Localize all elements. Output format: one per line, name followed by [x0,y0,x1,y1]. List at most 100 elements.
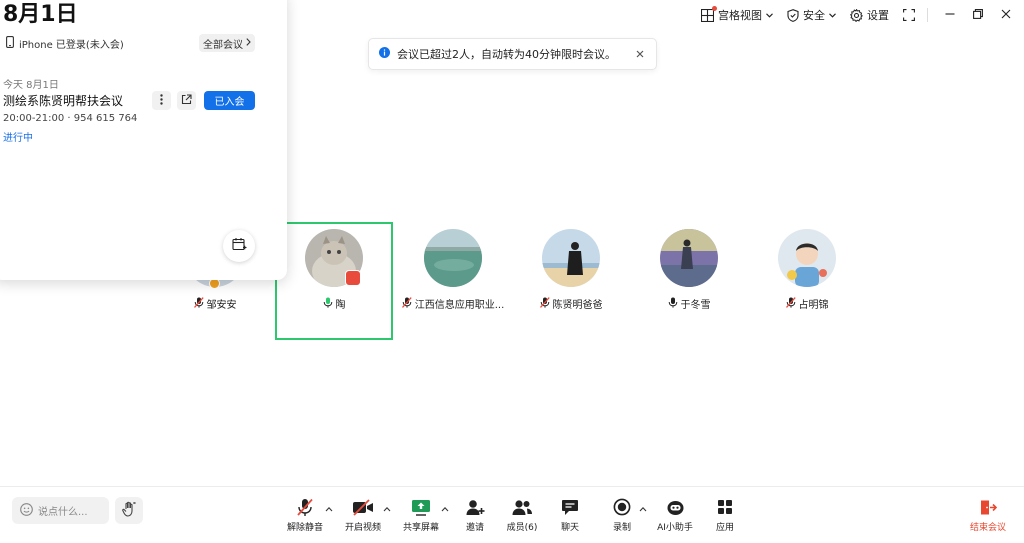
share-meeting-button[interactable] [177,91,196,110]
ai-assistant-button[interactable]: AI小助手 [651,497,699,533]
mic-icon [668,297,678,311]
invite-button[interactable]: 邀请 [451,497,499,533]
end-meeting-label: 结束会议 [969,523,1006,533]
close-window-button[interactable] [1000,9,1012,21]
share-screen-button[interactable]: 共享屏幕 [397,497,445,533]
mic-active-icon [323,297,333,311]
restore-icon [973,8,983,22]
participant-name: 占明锦 [798,300,829,311]
more-vertical-icon [160,93,163,108]
start-video-label: 开启视频 [344,523,381,533]
time-limit-notice: 会议已超过2人，自动转为40分钟限时会议。 [368,38,657,70]
device-login-status: iPhone 已登录(未入会) [6,36,124,51]
grid-view-icon [701,5,717,22]
participant-tile[interactable]: 占明锦 [748,229,866,319]
settings-label: 设置 [867,9,889,22]
chevron-down-icon [829,12,836,18]
participant-name: 陈贤明爸爸 [552,300,603,311]
raise-hand-button[interactable] [115,497,143,524]
info-icon [379,47,390,61]
screen-share-badge-icon [345,270,361,286]
unmute-button[interactable]: 解除静音 [281,497,329,533]
record-icon [613,497,631,517]
avatar [778,229,836,287]
fullscreen-icon [903,9,915,21]
participant-name-row: 于冬雪 [630,296,748,311]
chevron-up-icon[interactable] [639,501,647,512]
share-screen-icon [411,497,431,517]
participant-tile[interactable]: 江西信息应用职业... [394,229,512,319]
minimize-button[interactable] [944,9,956,21]
members-button[interactable]: 成员(6) [498,497,546,533]
mic-muted-icon [401,296,412,311]
mic-muted-icon [785,296,796,311]
security-button[interactable]: 安全 [787,7,836,23]
share-screen-label: 共享屏幕 [402,523,439,533]
joined-button[interactable]: 已入会 [204,91,255,110]
chat-icon [561,497,579,517]
phone-icon [6,36,14,51]
mic-muted-icon [296,497,314,517]
end-meeting-button[interactable]: 结束会议 [964,497,1012,533]
chevron-up-icon[interactable] [441,501,449,512]
record-label: 录制 [612,523,631,533]
meeting-time-id: 20:00-21:00 · 954 615 764 [3,113,138,124]
top-right-controls: 宫格视图 安全 设置 [687,5,1012,24]
participant-tile[interactable]: 陶 [275,229,393,319]
apps-button[interactable]: 应用 [701,497,749,533]
close-icon [1001,8,1011,22]
restore-button[interactable] [972,9,984,21]
meeting-title[interactable]: 测绘系陈贤明帮扶会议 [3,92,123,109]
more-options-button[interactable] [152,91,171,110]
members-icon [511,497,533,517]
chevron-up-icon[interactable] [383,501,391,512]
gear-icon [850,8,863,22]
security-label: 安全 [803,9,825,22]
chat-button[interactable]: 聊天 [546,497,594,533]
chat-label: 聊天 [560,523,579,533]
unmute-label: 解除静音 [286,523,323,533]
chat-placeholder: 说点什么... [38,507,88,518]
avatar [542,229,600,287]
notice-close-icon[interactable] [634,48,646,60]
apps-label: 应用 [715,523,734,533]
notice-text: 会议已超过2人，自动转为40分钟限时会议。 [397,48,616,61]
mic-muted-icon [539,296,550,311]
all-meetings-button[interactable]: 全部会议 [199,34,255,52]
fullscreen-button[interactable] [903,9,915,21]
participant-tile[interactable]: 于冬雪 [630,229,748,319]
chevron-down-icon [766,12,773,18]
meeting-toolbar: 说点什么... 解除静音 开启视频 共享屏幕 邀请 成员(6) 聊天 录制 AI… [0,486,1024,543]
add-user-icon [466,497,485,517]
participant-name-row: 陶 [275,296,393,311]
participant-name: 陶 [335,300,346,311]
grid-view-label: 宫格视图 [718,9,762,22]
start-video-button[interactable]: 开启视频 [339,497,387,533]
participant-tile[interactable]: 陈贤明爸爸 [512,229,630,319]
participant-name-row: 陈贤明爸爸 [512,296,630,311]
mic-muted-icon [193,296,204,311]
calendar-add-icon [231,237,247,255]
schedule-meeting-button[interactable] [223,230,255,262]
ai-assistant-icon [666,497,685,517]
settings-button[interactable]: 设置 [850,7,889,23]
members-label: 成员(6) [506,523,538,533]
divider [927,8,928,22]
video-off-icon [352,497,374,517]
ai-assistant-label: AI小助手 [657,523,693,533]
participant-name: 江西信息应用职业... [414,300,505,311]
participant-name: 邹安安 [206,300,237,311]
participant-name-row: 占明锦 [748,296,866,311]
panel-date: 8月1日 [3,2,78,27]
grid-view-button[interactable]: 宫格视图 [701,5,773,23]
apps-icon [717,497,733,517]
emoji-icon [20,502,33,519]
raise-hand-icon [121,501,137,520]
participant-name-row: 邹安安 [156,296,274,311]
avatar [660,229,718,287]
chevron-up-icon[interactable] [325,501,333,512]
shield-icon [787,8,799,22]
exit-icon [979,497,997,517]
chat-input[interactable]: 说点什么... [12,497,109,524]
chevron-right-icon [246,37,251,49]
